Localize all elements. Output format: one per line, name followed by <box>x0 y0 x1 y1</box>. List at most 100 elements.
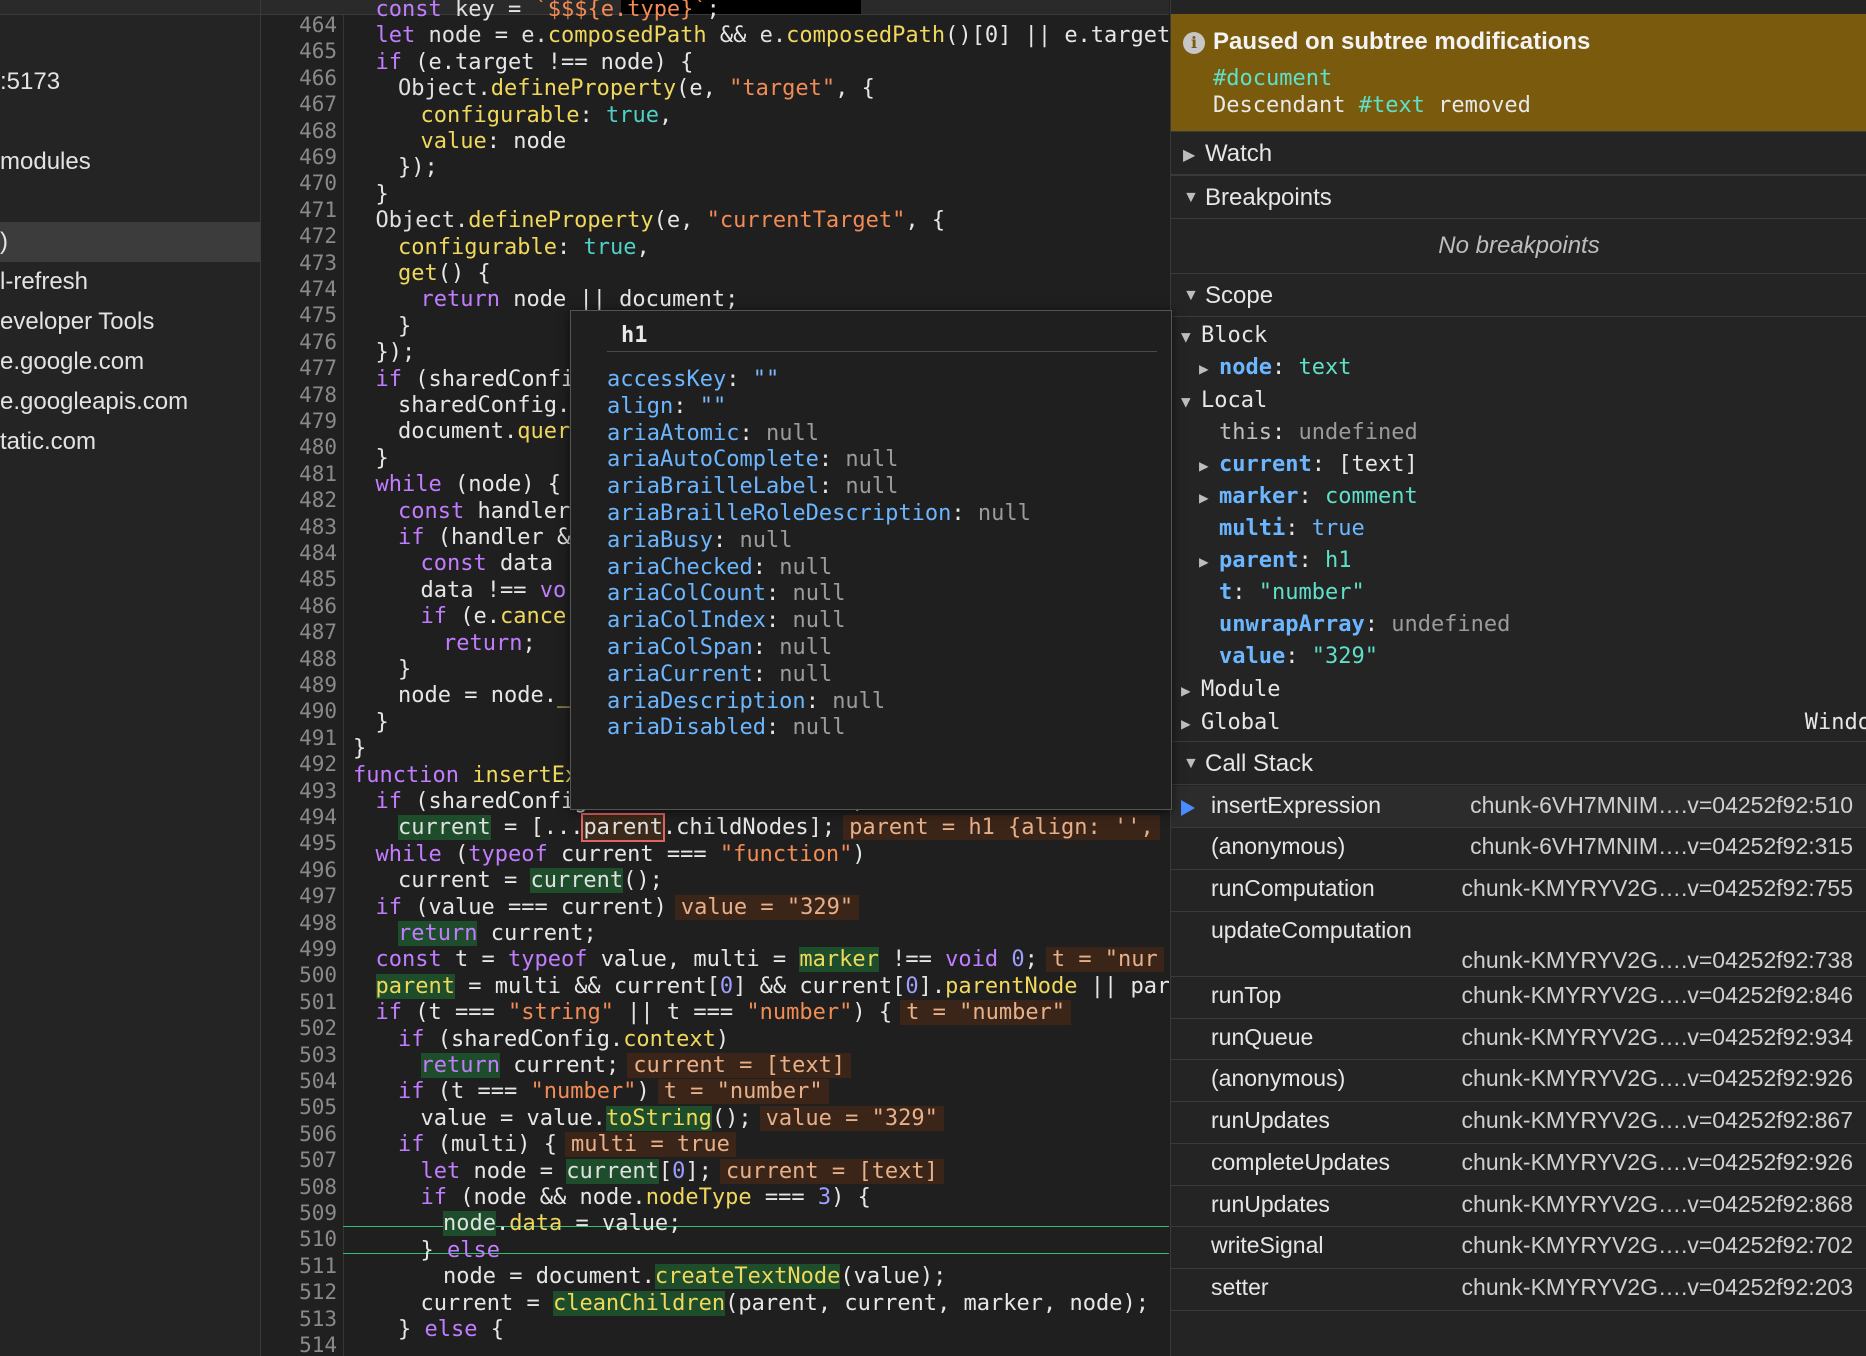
code-token[interactable]: }); <box>398 155 438 180</box>
code-token[interactable]: ( <box>455 842 468 867</box>
code-token[interactable]: } <box>376 182 389 207</box>
code-token[interactable]: === <box>752 1185 818 1210</box>
code-line[interactable]: node = node._ <box>398 683 570 709</box>
code-token[interactable]: parent <box>581 813 665 843</box>
code-token[interactable]: else <box>425 1317 491 1342</box>
code-line[interactable]: value: node <box>421 129 567 155</box>
call-frame[interactable]: runQueue chunk-KMYRYV2G….v=04252f92:934 <box>1171 1018 1866 1060</box>
code-token[interactable]: cleanChildren <box>552 1290 726 1316</box>
code-line[interactable]: current = cleanChildren(parent, current,… <box>421 1290 1149 1317</box>
code-line[interactable]: while (node) { <box>376 472 561 498</box>
line-number[interactable]: 476 <box>261 329 337 355</box>
code-token[interactable]: return <box>398 921 478 946</box>
line-number-gutter[interactable]: 464 465 466 467 468 469 470 471 472 473 474 475 476 4… <box>261 12 344 1356</box>
code-line[interactable]: if (t === "number") t = "number" <box>398 1079 829 1105</box>
scope-current[interactable]: ▶ current: [text] <box>1199 452 1418 477</box>
code-token[interactable]: if <box>376 50 416 75</box>
code-line[interactable]: } <box>398 314 411 340</box>
code-token[interactable]: current <box>398 815 491 841</box>
code-token[interactable]: typeof <box>508 947 601 972</box>
code-line[interactable]: document.quer <box>398 419 570 445</box>
code-token[interactable]: const <box>421 551 500 576</box>
code-token[interactable]: if <box>398 1132 438 1157</box>
code-token[interactable]: "string" <box>508 1000 614 1025</box>
code-line[interactable]: if (handler & <box>398 525 570 551</box>
call-frame[interactable]: (anonymous) chunk-6VH7MNIM….v=04252f92:31… <box>1171 827 1866 870</box>
code-token[interactable]: [ <box>659 1159 672 1184</box>
code-line[interactable]: const t = typeof value, multi = marker !… <box>376 947 1164 973</box>
code-token[interactable]: 0 <box>905 974 918 999</box>
code-token[interactable]: parentNode <box>945 974 1077 999</box>
line-number[interactable]: 495 <box>261 830 337 856</box>
code-token[interactable]: vo <box>540 578 567 603</box>
code-token[interactable]: ) <box>716 1027 729 1052</box>
code-line[interactable]: return current; <box>398 921 597 947</box>
popover-property[interactable]: accessKey: "" <box>607 367 779 392</box>
code-token[interactable]: toString <box>605 1105 712 1131</box>
code-line[interactable]: } <box>376 710 389 736</box>
code-token[interactable]: data !== <box>421 578 540 603</box>
code-token[interactable]: current; <box>477 921 597 946</box>
line-number[interactable]: 478 <box>261 382 337 408</box>
code-line[interactable]: } else <box>421 1238 500 1264</box>
code-token[interactable]: ; <box>1025 947 1038 972</box>
code-token[interactable]: : <box>557 235 584 260</box>
code-token[interactable]: "function" <box>720 842 852 867</box>
line-number[interactable]: 470 <box>261 170 337 196</box>
line-number[interactable]: 508 <box>261 1174 337 1200</box>
line-number[interactable]: 467 <box>261 91 337 117</box>
line-number[interactable]: 509 <box>261 1200 337 1226</box>
code-token[interactable]: return <box>420 1053 500 1078</box>
code-token[interactable]: "currentTarget" <box>707 208 906 233</box>
line-number[interactable]: 466 <box>261 65 337 91</box>
code-token[interactable]: = [... <box>491 815 583 840</box>
code-token[interactable]: if <box>376 367 416 392</box>
line-number[interactable]: 472 <box>261 223 337 249</box>
code-line[interactable]: if (multi) {multi = true <box>398 1132 736 1158</box>
code-token[interactable]: , { <box>905 208 945 233</box>
code-line[interactable]: current = current(); <box>398 868 663 894</box>
line-number[interactable]: 464 <box>261 12 337 38</box>
code-line[interactable]: return; <box>443 631 536 657</box>
code-token[interactable]: sharedConfig. <box>398 393 570 418</box>
code-token[interactable]: (); <box>623 868 663 893</box>
code-token[interactable]: document. <box>398 419 517 444</box>
code-line[interactable]: if (node && node.nodeType === 3) { <box>421 1185 871 1211</box>
code-token[interactable]: current; <box>500 1053 619 1078</box>
code-token[interactable]: const <box>376 0 455 22</box>
code-token[interactable]: data <box>500 551 553 576</box>
code-line[interactable]: value = value.toString(); value = "329" <box>421 1105 944 1132</box>
code-token[interactable]: ) { <box>852 1000 892 1025</box>
line-number[interactable]: 479 <box>261 408 337 434</box>
code-token[interactable]: : node <box>487 129 566 154</box>
line-number[interactable]: 503 <box>261 1042 337 1068</box>
tree-item-gstatic[interactable]: tatic.com <box>0 422 96 462</box>
code-token[interactable]: defineProperty <box>468 208 653 233</box>
code-token[interactable]: , <box>636 235 649 260</box>
popover-property[interactable]: ariaColCount: null <box>607 581 845 606</box>
code-token[interactable]: }); <box>376 340 416 365</box>
code-token[interactable]: handler <box>477 499 570 524</box>
call-frame[interactable]: updateComputation chunk-KMYRYV2G….v=04252… <box>1171 911 1866 977</box>
code-line[interactable]: const handler <box>398 499 570 525</box>
popover-property[interactable]: ariaChecked: null <box>607 555 832 580</box>
code-token[interactable]: (value === current) <box>415 895 667 920</box>
code-token[interactable]: current = <box>398 868 530 893</box>
line-number[interactable]: 502 <box>261 1015 337 1041</box>
scope-module[interactable]: ▶ Module <box>1181 677 1280 702</box>
code-token[interactable]: e. <box>760 23 787 48</box>
paused-target[interactable]: #document <box>1213 66 1332 91</box>
code-token[interactable]: "number" <box>746 1000 852 1025</box>
code-token[interactable]: _ <box>557 683 570 708</box>
scope-global[interactable]: ▶ Global Windo <box>1181 710 1866 735</box>
code-token[interactable]: createTextNode <box>654 1264 841 1290</box>
code-token[interactable]: true <box>606 103 659 128</box>
code-token[interactable]: (e.target !== node) { <box>415 50 693 75</box>
code-token[interactable]: marker <box>799 947 879 973</box>
popover-property[interactable]: ariaBrailleRoleDescription: null <box>607 501 1031 526</box>
code-token[interactable]: typeof <box>468 842 561 867</box>
code-line[interactable]: Object.defineProperty(e, "target", { <box>398 76 875 102</box>
line-number[interactable]: 480 <box>261 434 337 460</box>
code-token[interactable]: configurable <box>398 235 557 260</box>
code-line[interactable]: configurable: true, <box>421 103 673 129</box>
